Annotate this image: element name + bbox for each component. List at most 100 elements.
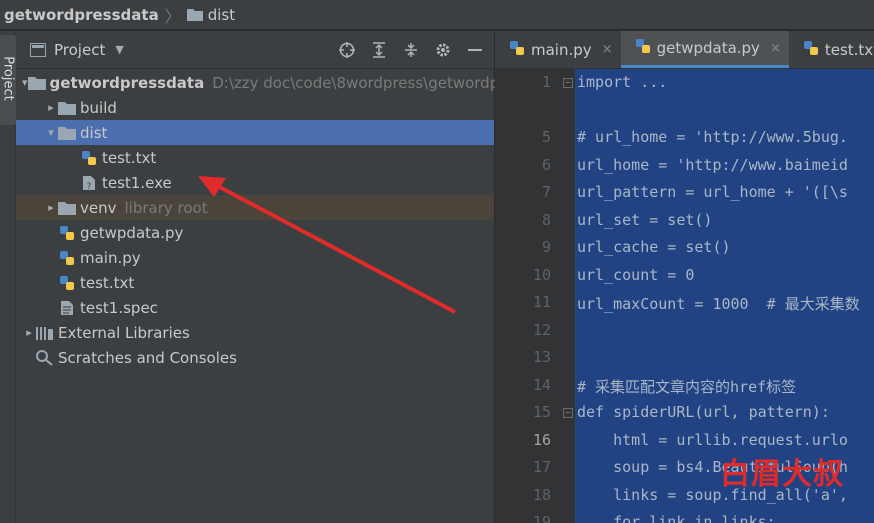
tree-item-label: dist — [80, 123, 108, 142]
code-line: for link in links: — [577, 513, 776, 523]
line-number: 9 — [541, 238, 551, 256]
tool-window-strip: Project — [0, 31, 16, 523]
watermark: 白眉大叔 — [720, 457, 844, 492]
tree-item-hint: D:\zzy doc\code\8wordpress\getwordp — [212, 73, 500, 92]
code-line: url_maxCount = 1000 # 最大采集数 — [577, 295, 860, 313]
line-number: 16 — [532, 430, 551, 449]
editor-tab-label: main.py — [531, 40, 592, 59]
folder-icon — [58, 125, 76, 141]
line-number: 1 — [541, 73, 551, 91]
tree-item-label: main.py — [80, 248, 141, 267]
tree-item-label: getwpdata.py — [80, 223, 184, 242]
close-icon[interactable]: × — [770, 41, 781, 56]
tree-item[interactable]: test1.spec — [16, 295, 494, 320]
tree-item-label: test.txt — [102, 148, 157, 167]
editor-tab[interactable]: getwpdata.py × — [620, 31, 789, 68]
tree-item[interactable]: ? test1.exe — [16, 170, 494, 195]
breadcrumb-project[interactable]: getwordpressdata — [4, 6, 159, 24]
tree-item[interactable]: ▾ dist — [16, 120, 494, 145]
expand-all-icon[interactable] — [370, 41, 388, 59]
tree-item[interactable]: Scratches and Consoles — [16, 345, 494, 370]
chevron-right-icon[interactable]: ▸ — [44, 201, 58, 214]
breadcrumb-project-label: getwordpressdata — [4, 5, 159, 24]
project-panel-title[interactable]: Project — [54, 41, 105, 59]
line-number: 19 — [532, 513, 551, 523]
line-number: 15 — [532, 403, 551, 421]
unknown-file-icon: ? — [80, 175, 98, 191]
project-tool-tab[interactable]: Project — [0, 35, 16, 125]
editor-tab[interactable]: main.py × — [495, 31, 621, 68]
tree-item-hint: library root — [124, 198, 208, 217]
chevron-down-icon[interactable]: ▾ — [44, 126, 58, 139]
fold-icon[interactable]: − — [563, 408, 573, 418]
gear-icon[interactable] — [434, 41, 452, 59]
tree-item[interactable]: ▸ External Libraries — [16, 320, 494, 345]
code-line: url_set = set() — [577, 210, 713, 229]
chevron-right-icon[interactable]: ▸ — [44, 101, 58, 114]
chevron-down-icon[interactable]: ▼ — [115, 43, 123, 56]
project-tool-label: Project — [0, 56, 16, 101]
code-line: def spiderURL(url, pattern): — [577, 403, 830, 421]
project-panel: Project ▼ ▾ getwordpressdata D:\zzy doc\co… — [16, 31, 499, 523]
text-file-icon — [58, 300, 76, 316]
code-line: import ... — [577, 73, 668, 91]
python-file-icon — [803, 40, 819, 60]
library-icon — [36, 325, 54, 341]
chevron-right-icon[interactable]: ▸ — [22, 326, 36, 339]
python-file-icon — [635, 38, 651, 58]
tree-item[interactable]: ▾ getwordpressdata D:\zzy doc\code\8wordpr… — [16, 70, 499, 95]
code-line: # url_home = 'http://www.5bug. — [577, 128, 848, 146]
tree-item-label: getwordpressdata — [49, 73, 205, 92]
code-line: url_pattern = url_home + '([\s — [577, 183, 848, 201]
close-icon[interactable]: × — [602, 42, 613, 57]
tree-item[interactable]: test.txt — [16, 145, 494, 170]
scratch-icon — [36, 349, 54, 366]
editor-tab-label: getwpdata.py — [656, 39, 760, 57]
locate-icon[interactable] — [338, 41, 356, 59]
tree-item[interactable]: ▸ build — [16, 95, 494, 120]
python-file-icon — [58, 250, 76, 266]
tree-item[interactable]: getwpdata.py — [16, 220, 494, 245]
code-line: # 采集匹配文章内容的href标签 — [577, 377, 797, 396]
folder-icon — [58, 100, 76, 116]
code-line: url_home = 'http://www.baimeid — [577, 155, 848, 174]
breadcrumb-folder[interactable]: dist — [186, 5, 236, 24]
line-number: 5 — [541, 128, 551, 146]
line-number: 12 — [532, 320, 551, 339]
python-file-icon — [80, 150, 98, 166]
tree-item-label: test.txt — [80, 273, 135, 292]
tree-item-label: venv — [80, 198, 117, 217]
tree-item[interactable]: ▸ venv library root — [16, 195, 494, 220]
line-number: 6 — [541, 155, 551, 174]
tree-item[interactable]: main.py — [16, 245, 494, 270]
python-file-icon — [509, 40, 525, 60]
editor-tab-label: test.txt — [824, 40, 874, 59]
editor-tabs: main.py × getwpdata.py × test.txt — [495, 31, 874, 69]
fold-icon[interactable]: − — [563, 78, 573, 88]
tree-item-label: build — [80, 98, 117, 117]
line-number: 17 — [532, 458, 551, 476]
tree-item-label: Scratches and Consoles — [58, 348, 237, 367]
project-panel-header: Project ▼ — [16, 31, 494, 69]
folder-icon — [58, 200, 76, 216]
breadcrumb: getwordpressdata 〉 dist — [0, 0, 874, 30]
tree-item-label: test1.spec — [80, 298, 158, 317]
tree-item-label: test1.exe — [102, 173, 172, 192]
collapse-all-icon[interactable] — [402, 41, 420, 59]
folder-icon — [186, 9, 203, 21]
code-line: url_count = 0 — [577, 265, 695, 284]
line-number-gutter: 1 − 5 6 7 8 9 10 11 12 13 14 15 − 16 17 18 19 — [495, 69, 575, 523]
editor-tab[interactable]: test.txt — [789, 31, 874, 68]
breadcrumb-folder-label: dist — [207, 5, 236, 24]
code-line: html = urllib.request.urlo — [577, 430, 848, 449]
python-file-icon — [58, 275, 76, 291]
line-number: 10 — [532, 265, 551, 284]
project-view-icon — [30, 42, 46, 57]
folder-icon — [27, 75, 46, 91]
line-number: 14 — [532, 375, 551, 394]
tree-item[interactable]: test.txt — [16, 270, 494, 295]
python-file-icon — [58, 225, 76, 241]
line-number: 11 — [532, 293, 551, 311]
hide-icon[interactable] — [466, 41, 484, 59]
tree-item-label: External Libraries — [58, 323, 190, 342]
